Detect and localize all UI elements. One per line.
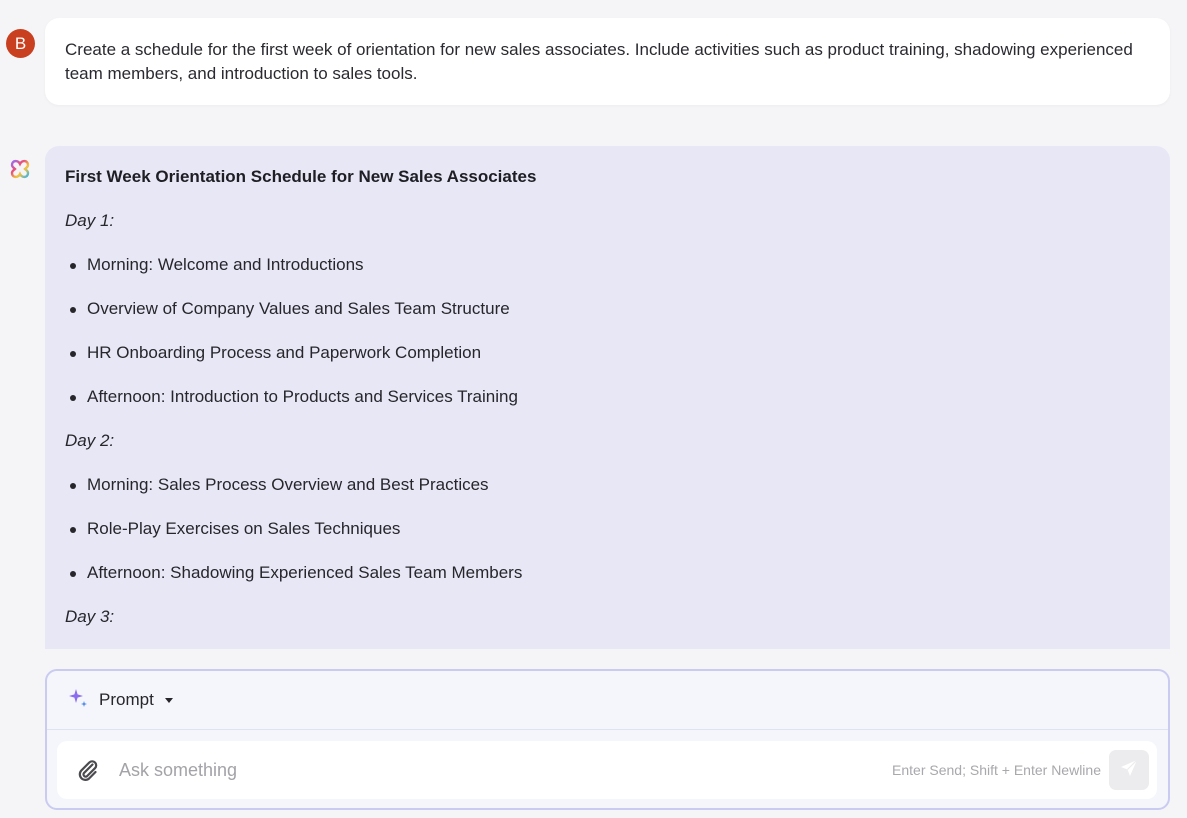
bullet-icon (70, 483, 76, 489)
bullet-icon (70, 263, 76, 269)
list-item-text: Afternoon: Introduction to Products and … (87, 387, 518, 406)
list-item: Afternoon: Introduction to Products and … (65, 384, 1150, 410)
bullet-icon (70, 351, 76, 357)
ask-input[interactable] (117, 758, 893, 782)
send-button[interactable] (1109, 750, 1149, 790)
list-item-text: Role-Play Exercises on Sales Techniques (87, 519, 401, 538)
list-item: Overview of Company Values and Sales Tea… (65, 296, 1150, 322)
send-icon (1119, 758, 1139, 783)
prompt-composer: Prompt Enter Send; Shift + Enter Newline (45, 669, 1170, 810)
day-heading: Day 1: (65, 211, 115, 230)
assistant-logo-icon (9, 158, 31, 180)
paperclip-icon[interactable] (73, 755, 103, 785)
bullet-icon (70, 307, 76, 313)
list-item: Afternoon: Shadowing Experienced Sales T… (65, 560, 1150, 586)
bullet-icon (70, 395, 76, 401)
day-activity-list: Morning: Sales Process Overview and Best… (65, 472, 1150, 586)
chevron-down-icon (164, 697, 173, 703)
assistant-message: First Week Orientation Schedule for New … (45, 146, 1170, 649)
day-heading: Day 2: (65, 431, 115, 450)
list-item: Morning: Welcome and Introductions (65, 252, 1150, 278)
user-avatar: B (6, 29, 35, 58)
prompt-mode-label: Prompt (99, 690, 154, 709)
list-item-text: Overview of Company Values and Sales Tea… (87, 299, 510, 318)
keyboard-hint: Enter Send; Shift + Enter Newline (892, 762, 1101, 778)
list-item: HR Onboarding Process and Paperwork Comp… (65, 340, 1150, 366)
input-row: Enter Send; Shift + Enter Newline (57, 741, 1157, 799)
user-message: Create a schedule for the first week of … (45, 18, 1170, 105)
list-item-text: Morning: Sales Process Overview and Best… (87, 475, 489, 494)
list-item-text: Morning: Welcome and Introductions (87, 255, 364, 274)
prompt-mode-dropdown[interactable]: Prompt (67, 687, 173, 714)
response-title: First Week Orientation Schedule for New … (65, 167, 537, 186)
list-item: Role-Play Exercises on Sales Techniques (65, 516, 1150, 542)
user-message-text: Create a schedule for the first week of … (65, 40, 1133, 83)
bullet-icon (70, 571, 76, 577)
bullet-icon (70, 527, 76, 533)
composer-toolbar: Prompt (47, 671, 1168, 730)
day-heading: Day 3: (65, 607, 115, 626)
sparkle-icon (67, 687, 89, 714)
day-activity-list: Morning: Welcome and Introductions Overv… (65, 252, 1150, 410)
list-item-text: Afternoon: Shadowing Experienced Sales T… (87, 563, 523, 582)
list-item: Morning: Sales Process Overview and Best… (65, 472, 1150, 498)
list-item-text: HR Onboarding Process and Paperwork Comp… (87, 343, 482, 362)
